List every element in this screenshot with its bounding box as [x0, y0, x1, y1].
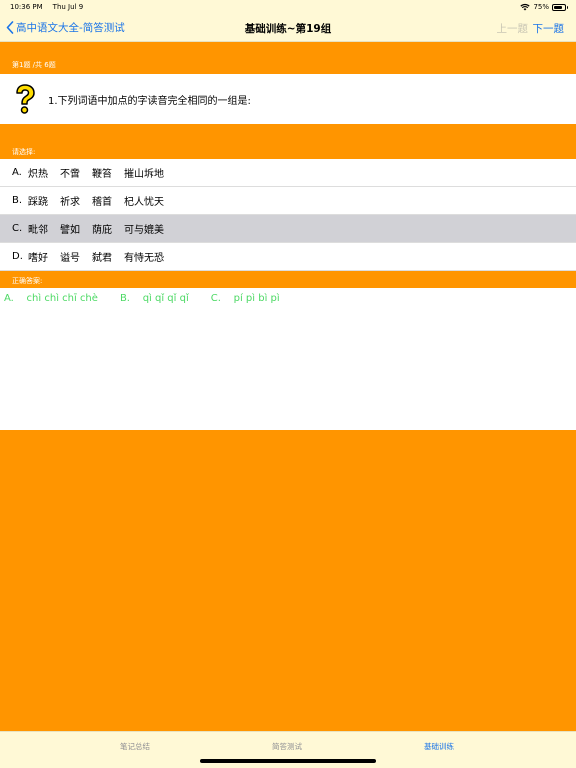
- home-indicator: [200, 759, 376, 763]
- battery-percent: 75%: [533, 3, 549, 11]
- nav-bar: 高中语文大全-简答测试 基础训练~第19组 上一题 下一题: [0, 14, 576, 42]
- tab-basic-training[interactable]: 基础训练: [424, 741, 454, 752]
- choose-label: 请选择:: [12, 148, 36, 156]
- option-word: 炽热: [28, 169, 48, 180]
- wifi-icon: [520, 3, 531, 11]
- status-bar: 10:36 PM Thu Jul 9 75%: [0, 0, 576, 14]
- back-button-label: 高中语文大全-简答测试: [16, 22, 125, 34]
- question-mark-icon: [16, 84, 35, 114]
- answer-label: 正确答案:: [12, 277, 43, 285]
- option-c[interactable]: C. 毗邻 譬如 荫庇 可与媲美: [0, 215, 576, 243]
- status-right: 75%: [520, 3, 568, 11]
- status-time: 10:36 PM: [10, 3, 43, 11]
- answer-item: A. chì chì chī chè: [4, 293, 98, 304]
- option-word: 可与媲美: [124, 225, 164, 236]
- answer-item: B. qì qǐ qǐ qǐ: [119, 293, 189, 304]
- option-word: 不啻: [60, 169, 80, 180]
- option-word: 鞭笞: [92, 169, 112, 180]
- option-word: 摧山坼地: [124, 169, 164, 180]
- option-letter: D.: [12, 251, 23, 262]
- chevron-left-icon: [6, 21, 14, 34]
- tab-short-answer-test[interactable]: 简答测试: [272, 741, 302, 752]
- battery-icon: [552, 3, 568, 11]
- option-d[interactable]: D. 嗜好 谥号 弑君 有恃无恐: [0, 243, 576, 271]
- question-progress: 第1题 /共 6题: [12, 61, 56, 69]
- options-list: A. 炽热 不啻 鞭笞 摧山坼地 B. 踩跷 祈求 稽首 杞人忧天 C. 毗邻 …: [0, 159, 576, 271]
- option-word: 稽首: [92, 197, 112, 208]
- option-word: 毗邻: [28, 225, 48, 236]
- question-text: 1.下列词语中加点的字读音完全相同的一组是:: [48, 95, 251, 107]
- option-letter: B.: [12, 195, 23, 206]
- option-word: 嗜好: [28, 253, 48, 264]
- option-word: 踩跷: [28, 197, 48, 208]
- option-word: 谥号: [60, 253, 80, 264]
- option-letter: A.: [12, 167, 22, 178]
- option-letter: C.: [12, 223, 23, 234]
- option-word: 有恃无恐: [124, 253, 164, 264]
- back-button[interactable]: 高中语文大全-简答测试: [6, 20, 125, 35]
- question-panel: 1.下列词语中加点的字读音完全相同的一组是:: [0, 74, 576, 124]
- status-date: Thu Jul 9: [52, 3, 84, 11]
- correct-answers: A. chì chì chī chè B. qì qǐ qǐ qǐ C. pí pì…: [4, 293, 302, 304]
- answer-item: C. pí pì bì pì: [210, 293, 280, 304]
- option-word: 譬如: [60, 225, 80, 236]
- prev-question-button[interactable]: 上一题: [497, 21, 529, 36]
- option-word: 杞人忧天: [124, 197, 164, 208]
- next-question-button[interactable]: 下一题: [533, 21, 565, 36]
- option-b[interactable]: B. 踩跷 祈求 稽首 杞人忧天: [0, 187, 576, 215]
- option-word: 弑君: [92, 253, 112, 264]
- tab-notes-summary[interactable]: 笔记总结: [120, 741, 150, 752]
- option-word: 荫庇: [92, 225, 112, 236]
- option-word: 祈求: [60, 197, 80, 208]
- answer-panel: A. chì chì chī chè B. qì qǐ qǐ qǐ C. pí pì…: [0, 288, 576, 430]
- option-a[interactable]: A. 炽热 不啻 鞭笞 摧山坼地: [0, 159, 576, 187]
